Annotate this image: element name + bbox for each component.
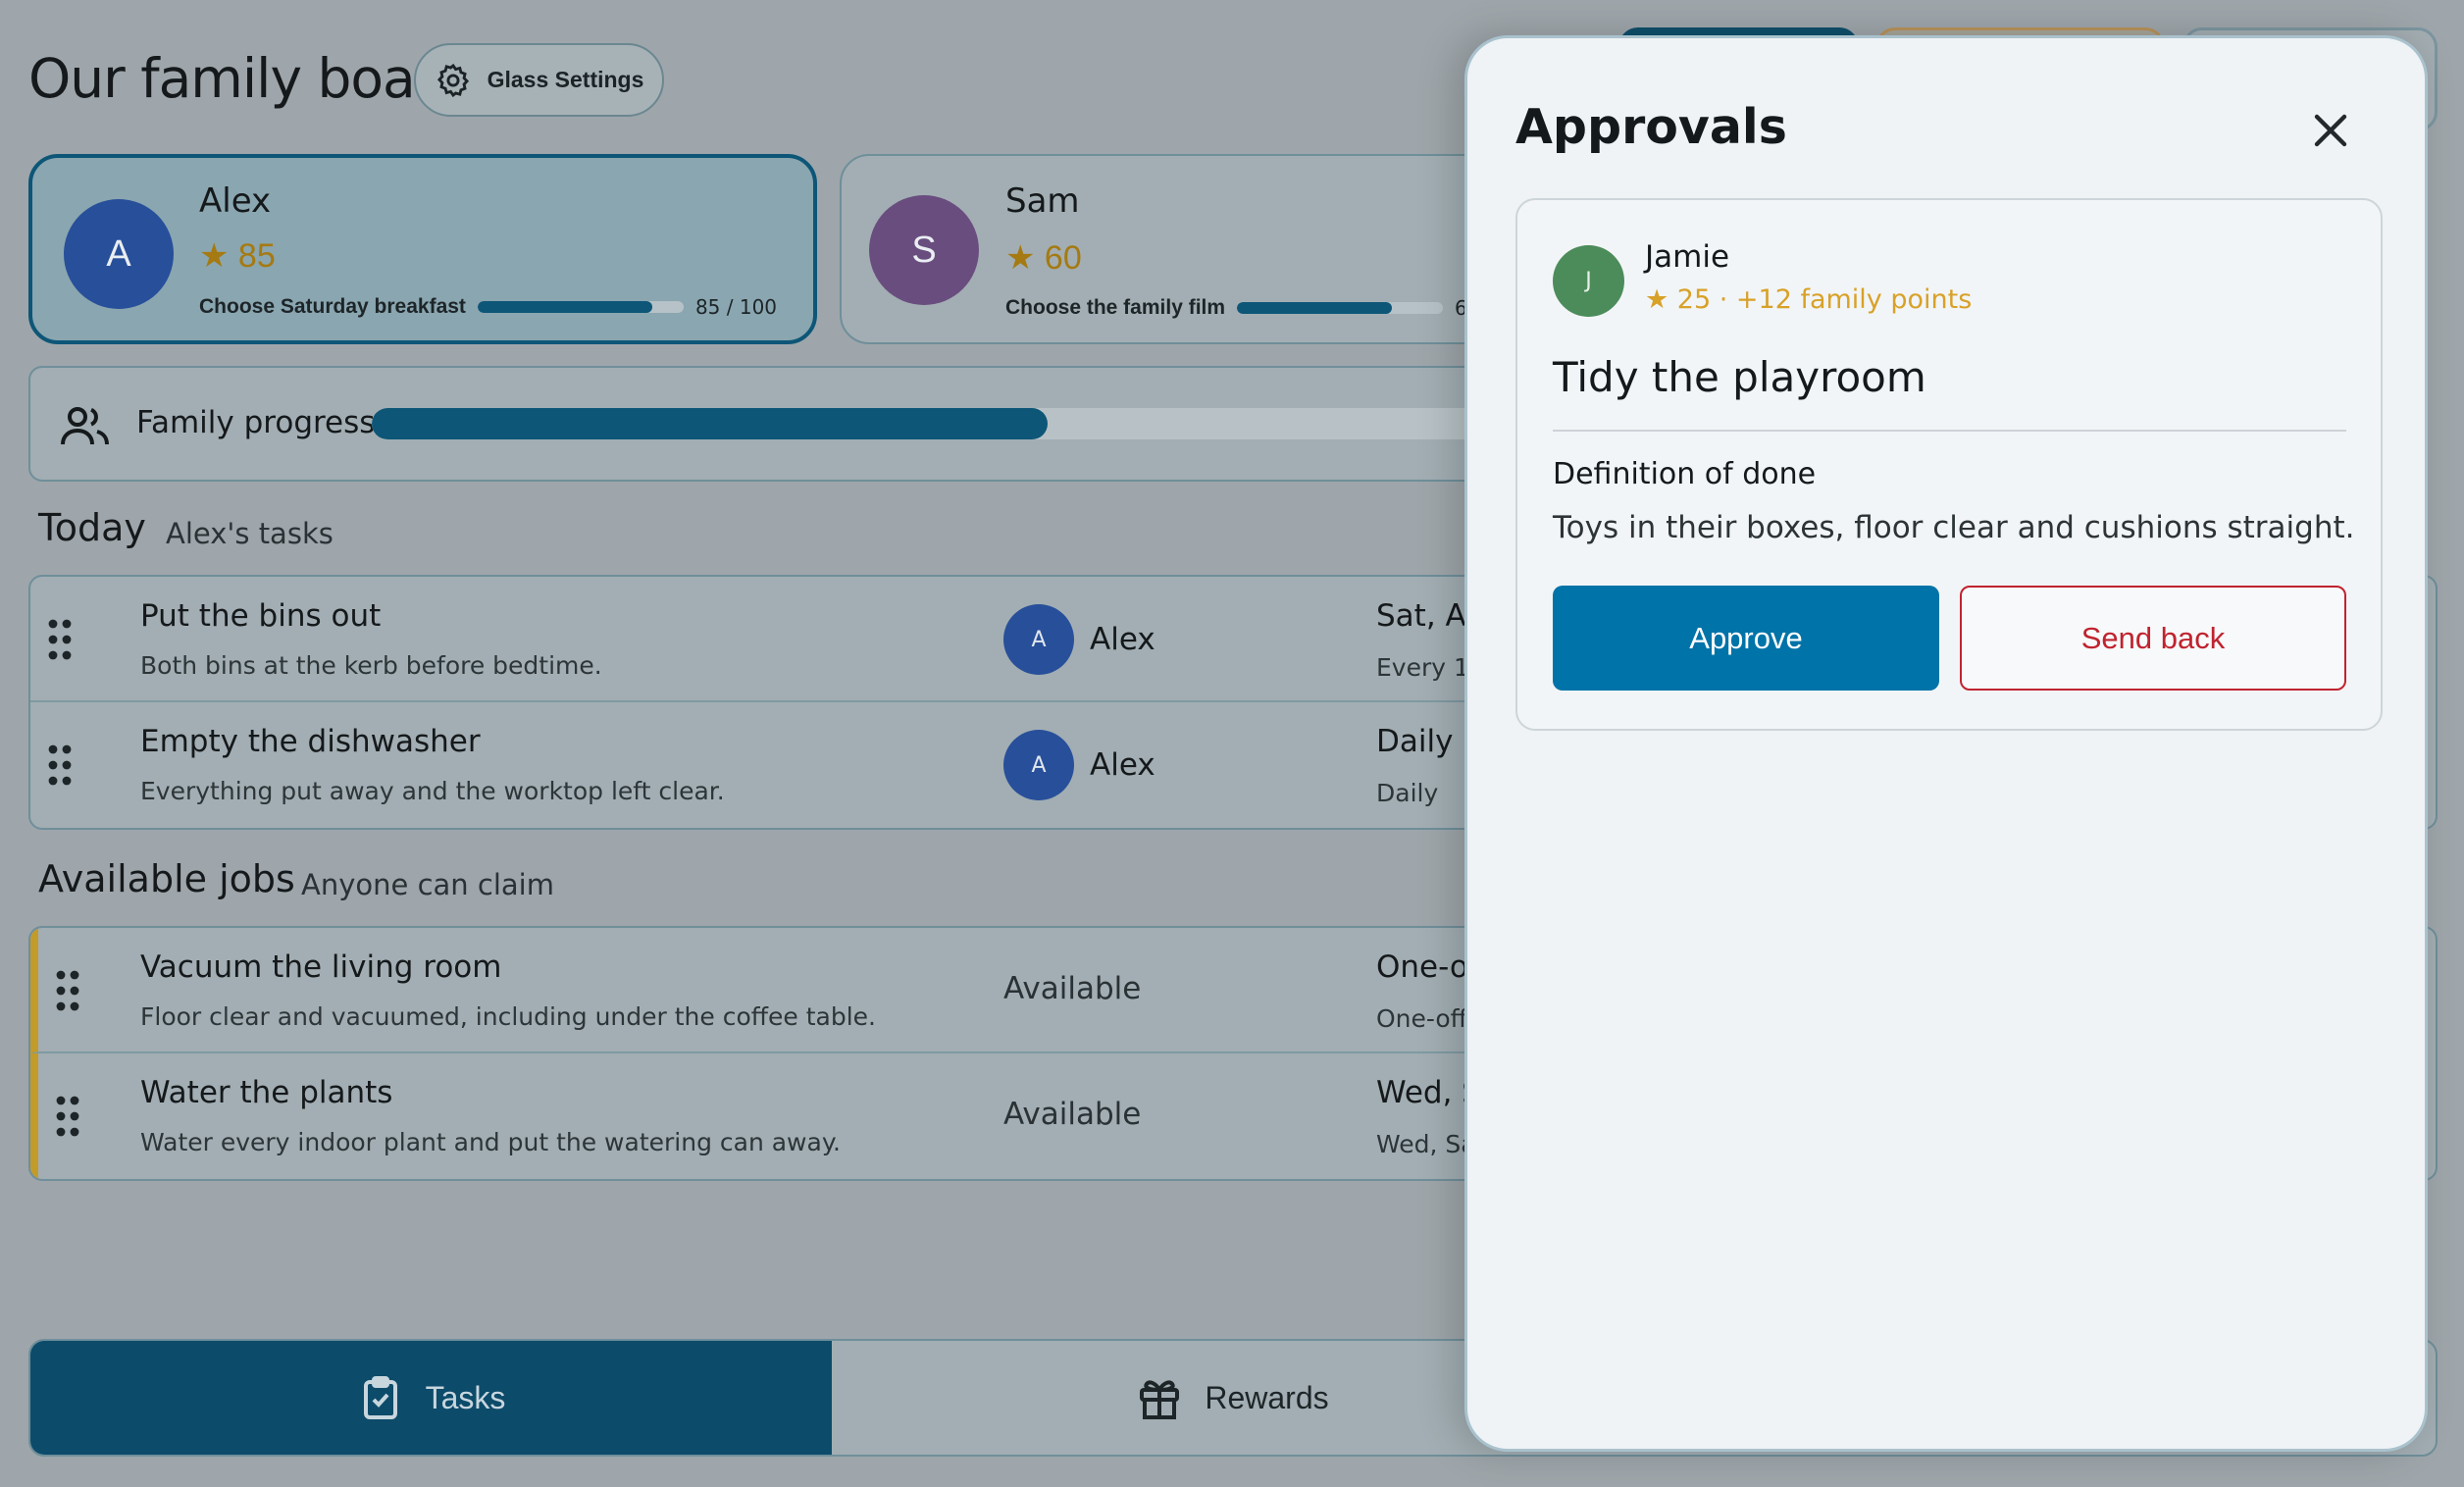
- job-description: Water every indoor plant and put the wat…: [140, 1128, 842, 1156]
- goal-label: Choose the family film: [1005, 296, 1226, 319]
- clipboard-check-icon: [363, 1376, 397, 1419]
- goal-progress-bar: [1237, 302, 1444, 314]
- avatar: J: [1553, 245, 1624, 317]
- goal-progress-fill: [477, 301, 653, 313]
- people-icon: [61, 407, 109, 445]
- available-job-list: Vacuum the living room Floor clear and v…: [28, 926, 1598, 1181]
- job-row[interactable]: Vacuum the living room Floor clear and v…: [30, 928, 1596, 1053]
- member-card-sam[interactable]: S Sam ★ 60 Choose the family film 60 / 8: [840, 154, 1526, 344]
- family-progress-bar: [372, 408, 1578, 439]
- send-back-button[interactable]: Send back: [1960, 586, 2346, 691]
- task-name: Empty the dishwasher: [140, 724, 481, 759]
- assignee-name: Alex: [1090, 747, 1155, 783]
- drawer-title: Approvals: [1515, 99, 1787, 155]
- family-progress-label: Family progress: [136, 405, 376, 440]
- task-row[interactable]: Put the bins out Both bins at the kerb b…: [30, 577, 1596, 702]
- page-title: Our family board: [28, 47, 469, 110]
- task-assignee: A Alex: [1003, 604, 1155, 675]
- job-status: Available: [1003, 971, 1142, 1006]
- today-task-list: Put the bins out Both bins at the kerb b…: [28, 575, 1598, 830]
- drag-handle-icon[interactable]: [55, 1095, 80, 1138]
- definition-of-done-label: Definition of done: [1553, 457, 1817, 491]
- member-name: Sam: [1005, 181, 1080, 221]
- family-progress-fill: [372, 408, 1048, 439]
- approval-task-name: Tidy the playroom: [1553, 353, 1926, 401]
- approval-card: J Jamie ★ 25 · +12 family points Tidy th…: [1515, 198, 2383, 731]
- job-name: Water the plants: [140, 1075, 393, 1110]
- task-row[interactable]: Empty the dishwasher Everything put away…: [30, 702, 1596, 828]
- member-card-alex[interactable]: A Alex ★ 85 Choose Saturday breakfast 85…: [28, 154, 817, 344]
- tab-tasks-label: Tasks: [425, 1379, 506, 1415]
- section-title-available: Available jobs: [38, 857, 295, 900]
- job-repeat: One-off: [1376, 1004, 1467, 1033]
- job-name: Vacuum the living room: [140, 949, 502, 985]
- goal-count: 85 / 100: [694, 295, 778, 319]
- task-description: Everything put away and the worktop left…: [140, 777, 725, 805]
- section-subtitle-available: Anyone can claim: [301, 868, 554, 901]
- goal-row: Choose Saturday breakfast 85 / 100: [199, 295, 777, 319]
- glass-settings-button[interactable]: Glass Settings: [414, 43, 664, 117]
- goal-row: Choose the family film 60 / 8: [1005, 296, 1512, 320]
- close-icon[interactable]: [2311, 111, 2350, 150]
- goal-progress-bar: [477, 301, 684, 313]
- job-repeat: Wed, Sa: [1376, 1130, 1476, 1158]
- family-progress: Family progress: [28, 366, 1598, 482]
- section-title-today: Today: [38, 506, 146, 549]
- goal-label: Choose Saturday breakfast: [199, 295, 466, 318]
- definition-of-done-text: Toys in their boxes, floor clear and cus…: [1553, 510, 2355, 545]
- approval-member-name: Jamie: [1645, 239, 1730, 275]
- gift-icon: [1140, 1380, 1180, 1419]
- avatar: A: [64, 199, 174, 309]
- task-schedule: Daily: [1376, 724, 1454, 759]
- divider: [1553, 430, 2346, 432]
- member-points: ★ 60: [1005, 239, 1082, 277]
- job-row[interactable]: Water the plants Water every indoor plan…: [30, 1053, 1596, 1179]
- avatar: A: [1003, 604, 1074, 675]
- tab-rewards-label: Rewards: [1205, 1379, 1329, 1415]
- task-description: Both bins at the kerb before bedtime.: [140, 651, 602, 680]
- job-status: Available: [1003, 1097, 1142, 1132]
- avatar: A: [1003, 730, 1074, 800]
- drag-handle-icon[interactable]: [47, 744, 73, 787]
- tab-tasks[interactable]: Tasks: [30, 1341, 832, 1455]
- task-repeat: Daily: [1376, 779, 1439, 807]
- approval-points: ★ 25 · +12 family points: [1645, 284, 1973, 315]
- drag-handle-icon[interactable]: [55, 969, 80, 1012]
- avatar: S: [869, 195, 979, 305]
- job-description: Floor clear and vacuumed, including unde…: [140, 1002, 876, 1031]
- task-name: Put the bins out: [140, 598, 382, 634]
- goal-progress-fill: [1237, 302, 1392, 314]
- glass-settings-label: Glass Settings: [487, 67, 644, 92]
- task-repeat: Every 1: [1376, 653, 1469, 682]
- task-assignee: A Alex: [1003, 730, 1155, 800]
- section-subtitle-today: Alex's tasks: [166, 517, 334, 550]
- approve-button[interactable]: Approve: [1553, 586, 1939, 691]
- member-name: Alex: [199, 181, 272, 221]
- drag-handle-icon[interactable]: [47, 618, 73, 661]
- member-points: ★ 85: [199, 237, 276, 275]
- assignee-name: Alex: [1090, 622, 1155, 657]
- approvals-drawer: Approvals J Jamie ★ 25 · +12 family poin…: [1464, 35, 2428, 1452]
- gear-icon: [436, 63, 469, 97]
